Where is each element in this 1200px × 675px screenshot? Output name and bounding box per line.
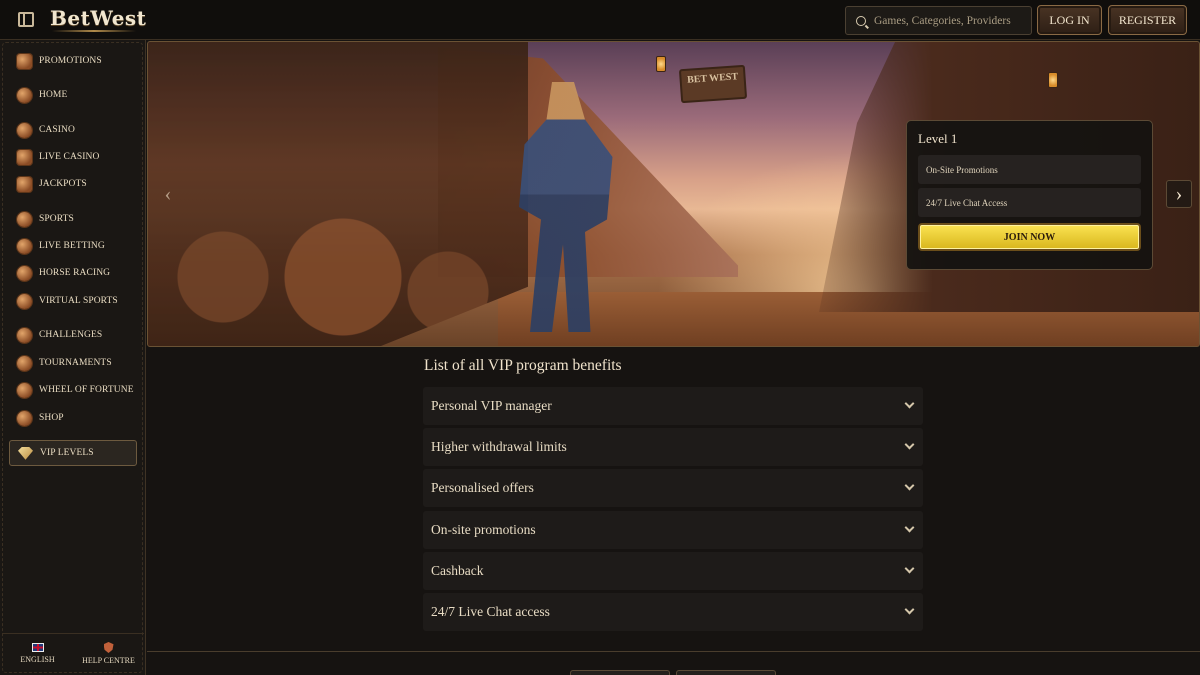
trophy-icon — [17, 355, 32, 371]
jackpot-777-icon — [17, 176, 32, 192]
live-betting-icon — [17, 238, 32, 254]
carousel-prev-icon[interactable]: ‹ — [155, 180, 181, 208]
home-shield-icon — [17, 87, 32, 103]
benefit-label: Higher withdrawal limits — [431, 439, 567, 454]
help-label: HELP CENTRE — [82, 656, 135, 665]
lantern-icon — [1048, 72, 1058, 88]
virtual-sports-icon — [17, 293, 32, 309]
register-button[interactable]: REGISTER — [1108, 5, 1187, 35]
sidebar-item-wheel-of-fortune[interactable]: WHEEL OF FORTUNE — [9, 377, 137, 403]
benefit-label: Personal VIP manager — [431, 398, 552, 413]
sidebar-item-label: HOME — [39, 90, 68, 100]
benefit-accordion-item[interactable]: Cashback — [423, 552, 923, 590]
benefit-accordion-item[interactable]: Higher withdrawal limits — [423, 428, 923, 466]
gift-icon — [17, 53, 32, 69]
locomotive-illustration — [148, 42, 528, 346]
sidebar-item-label: PROMOTIONS — [39, 56, 102, 66]
sidebar-item-casino[interactable]: CASINO — [9, 117, 137, 143]
sidebar-footer: ENGLISH HELP CENTRE — [2, 633, 144, 673]
logo-underline — [52, 30, 136, 32]
help-centre-link[interactable]: HELP CENTRE — [73, 634, 144, 673]
help-shield-icon — [103, 642, 114, 653]
level-perk: 24/7 Live Chat Access — [918, 188, 1141, 217]
carousel-next-icon[interactable]: › — [1166, 180, 1192, 208]
sidebar-item-label: HORSE RACING — [39, 268, 111, 278]
casino-chip-icon — [17, 122, 32, 138]
sidebar-item-label: VIP LEVELS — [40, 448, 94, 458]
language-label: ENGLISH — [20, 655, 55, 664]
sidebar-item-label: SHOP — [39, 413, 64, 423]
sidebar-item-jackpots[interactable]: JACKPOTS — [9, 171, 137, 197]
chevron-down-icon — [904, 604, 915, 615]
footer-tab[interactable] — [570, 670, 670, 675]
benefit-accordion-item[interactable]: Personalised offers — [423, 469, 923, 507]
sidebar-item-shop[interactable]: SHOP — [9, 405, 137, 431]
sidebar-toggle-icon[interactable] — [18, 12, 34, 27]
sidebar-item-label: LIVE BETTING — [39, 241, 105, 251]
horseshoe-icon — [17, 265, 32, 281]
uk-flag-icon — [31, 643, 44, 652]
level-perk: On-Site Promotions — [918, 155, 1141, 184]
sidebar-item-vip-levels[interactable]: VIP LEVELS — [9, 440, 137, 466]
level-card: Level 1 On-Site Promotions 24/7 Live Cha… — [906, 120, 1153, 270]
wheel-icon — [17, 382, 32, 398]
shop-bag-icon — [17, 410, 32, 426]
benefit-accordion-item[interactable]: 24/7 Live Chat access — [423, 593, 923, 631]
top-bar: BetWest LOG IN REGISTER — [0, 0, 1200, 40]
sidebar-item-virtual-sports[interactable]: VIRTUAL SPORTS — [9, 288, 137, 314]
sidebar-item-promotions[interactable]: PROMOTIONS — [9, 48, 137, 74]
sidebar-item-horse-racing[interactable]: HORSE RACING — [9, 260, 137, 286]
join-now-button[interactable]: JOIN NOW — [918, 223, 1141, 251]
chevron-down-icon — [904, 563, 915, 574]
live-casino-icon — [17, 149, 32, 165]
ball-icon — [17, 211, 32, 227]
level-title: Level 1 — [918, 131, 958, 146]
bet-west-sign: BET WEST — [678, 64, 748, 104]
benefit-accordion-item[interactable]: On-site promotions — [423, 511, 923, 549]
lantern-icon — [656, 56, 666, 72]
sidebar-item-home[interactable]: HOME — [9, 82, 137, 108]
sidebar-item-sports[interactable]: SPORTS — [9, 206, 137, 232]
search-box[interactable] — [845, 6, 1032, 35]
hero-banner: BET WEST ‹ › Level 1 On-Site Promotions … — [147, 41, 1200, 347]
benefit-label: Personalised offers — [431, 480, 534, 495]
benefit-accordion-item[interactable]: Personal VIP manager — [423, 387, 923, 425]
footer-divider — [147, 651, 1200, 652]
benefits-title: List of all VIP program benefits — [424, 357, 622, 374]
benefit-label: 24/7 Live Chat access — [431, 604, 550, 619]
chevron-down-icon — [904, 480, 915, 491]
chevron-down-icon — [904, 439, 915, 450]
challenges-icon — [17, 327, 32, 343]
sidebar-item-label: LIVE CASINO — [39, 152, 100, 162]
site-logo[interactable]: BetWest — [50, 6, 146, 30]
sidebar-item-label: TOURNAMENTS — [39, 358, 112, 368]
sidebar-item-tournaments[interactable]: TOURNAMENTS — [9, 350, 137, 376]
sidebar-item-label: CASINO — [39, 125, 75, 135]
sidebar-item-challenges[interactable]: CHALLENGES — [9, 322, 137, 348]
language-selector[interactable]: ENGLISH — [2, 634, 73, 673]
gem-icon — [18, 447, 33, 460]
sidebar-item-live-betting[interactable]: LIVE BETTING — [9, 233, 137, 259]
sidebar-item-label: JACKPOTS — [39, 179, 87, 189]
sidebar-item-label: WHEEL OF FORTUNE — [39, 385, 134, 395]
benefit-label: On-site promotions — [431, 522, 536, 537]
sidebar-item-label: SPORTS — [39, 214, 74, 224]
login-button[interactable]: LOG IN — [1037, 5, 1102, 35]
benefit-label: Cashback — [431, 563, 484, 578]
sidebar-item-live-casino[interactable]: LIVE CASINO — [9, 144, 137, 170]
sidebar-item-label: VIRTUAL SPORTS — [39, 296, 118, 306]
chevron-down-icon — [904, 522, 915, 533]
chevron-down-icon — [904, 398, 915, 409]
search-input[interactable] — [874, 14, 1024, 27]
sidebar-item-label: CHALLENGES — [39, 330, 103, 340]
footer-tab[interactable] — [676, 670, 776, 675]
search-icon — [856, 15, 866, 26]
